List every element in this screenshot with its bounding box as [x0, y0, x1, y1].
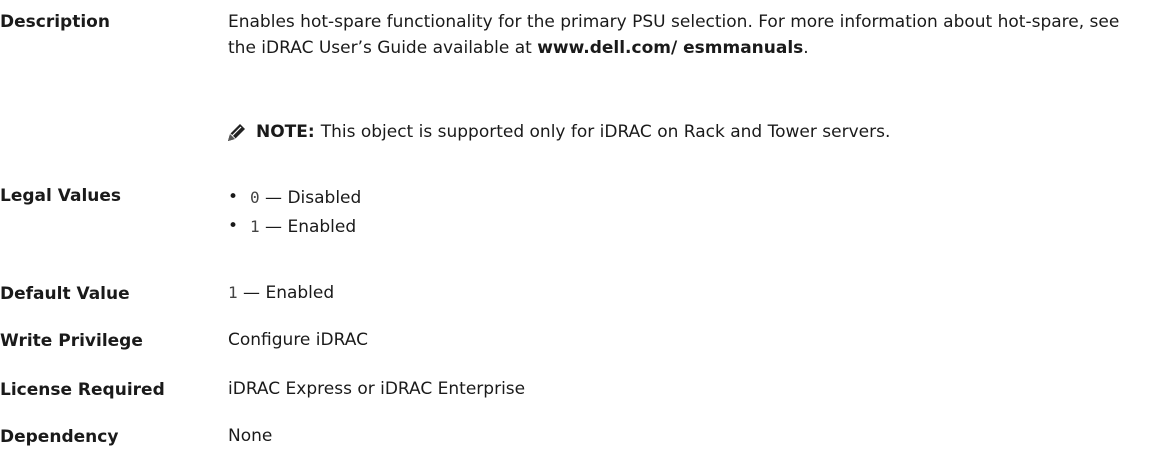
- manuals-link[interactable]: www.dell.com/ esmmanuals: [537, 38, 803, 58]
- write-privilege-value: Configure iDRAC: [228, 330, 368, 350]
- legal-value-code: 0: [250, 188, 260, 207]
- pencil-note-icon: [228, 124, 245, 141]
- legal-value-separator: —: [265, 188, 283, 208]
- note-text: This object is supported only for iDRAC …: [320, 122, 891, 142]
- bullet-icon: •: [228, 216, 239, 236]
- legal-value-text: Enabled: [287, 217, 357, 237]
- license-required-label: License Required: [0, 380, 165, 400]
- write-privilege-label: Write Privilege: [0, 331, 143, 351]
- description-label: Description: [0, 12, 110, 32]
- legal-values-list-wrap: • 0 — Disabled • 1 — Enabled: [228, 183, 1128, 241]
- default-value-separator: —: [243, 283, 261, 303]
- license-required-value: iDRAC Express or iDRAC Enterprise: [228, 379, 526, 399]
- description-period: .: [803, 38, 809, 58]
- default-value-text: Enabled: [265, 283, 335, 303]
- legal-value-item: • 1 — Enabled: [228, 212, 1128, 241]
- default-value-code: 1: [228, 283, 238, 302]
- legal-value-code: 1: [250, 217, 260, 236]
- dependency-label: Dependency: [0, 427, 119, 447]
- legal-value-text: Disabled: [287, 188, 362, 208]
- description-text: Enables hot-spare functionality for the …: [228, 9, 1128, 61]
- dependency-value: None: [228, 426, 273, 446]
- legal-values-label: Legal Values: [0, 186, 122, 206]
- default-value: 1 — Enabled: [228, 280, 1128, 306]
- note: NOTE: This object is supported only for …: [226, 121, 890, 143]
- default-value-label: Default Value: [0, 284, 130, 304]
- note-label: NOTE:: [256, 122, 315, 142]
- bullet-icon: •: [228, 187, 239, 207]
- legal-value-separator: —: [265, 217, 283, 237]
- legal-values-list: • 0 — Disabled • 1 — Enabled: [228, 183, 1128, 241]
- legal-value-item: • 0 — Disabled: [228, 183, 1128, 212]
